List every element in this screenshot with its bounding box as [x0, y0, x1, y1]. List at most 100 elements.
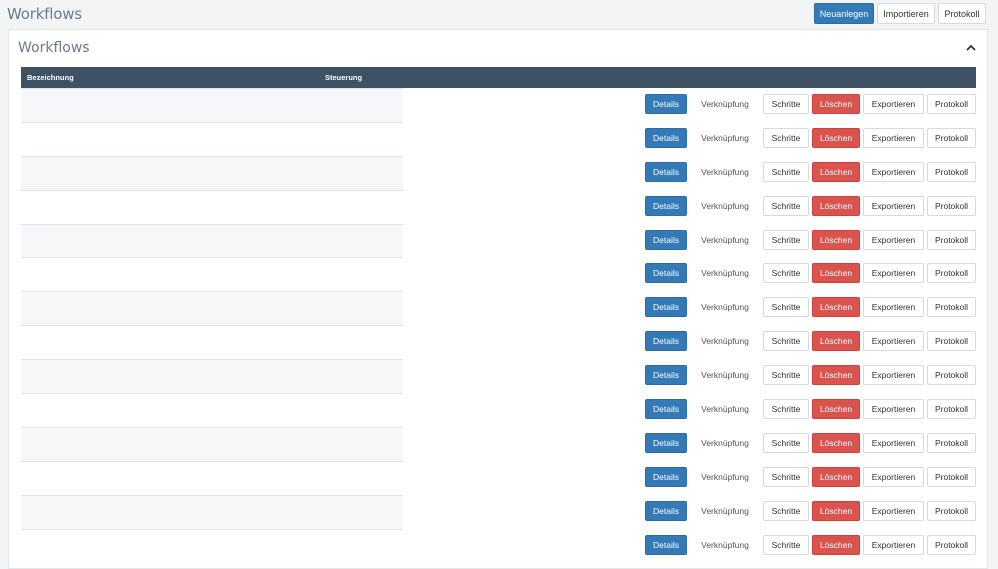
steps-button[interactable]: Schritte — [763, 365, 809, 386]
steps-button[interactable]: Schritte — [763, 127, 809, 148]
link-button[interactable]: Verknüpfung — [690, 128, 760, 148]
export-button[interactable]: Exportieren — [863, 229, 924, 250]
row-log-button[interactable]: Protokoll — [927, 399, 976, 420]
table-row: Details Verknüpfung Schritte Löschen Exp… — [21, 121, 976, 156]
steps-button[interactable]: Schritte — [763, 195, 809, 216]
row-log-button[interactable]: Protokoll — [927, 432, 976, 453]
delete-button[interactable]: Löschen — [812, 161, 860, 182]
row-actions: Details Verknüpfung Schritte Löschen Exp… — [645, 263, 976, 284]
delete-button[interactable]: Löschen — [812, 263, 860, 284]
column-header-name[interactable]: Bezeichnung — [21, 73, 325, 82]
row-log-button[interactable]: Protokoll — [927, 195, 976, 216]
link-button[interactable]: Verknüpfung — [690, 467, 760, 487]
steps-button[interactable]: Schritte — [763, 297, 809, 318]
export-button[interactable]: Exportieren — [863, 161, 924, 182]
delete-button[interactable]: Löschen — [812, 297, 860, 318]
link-button[interactable]: Verknüpfung — [690, 162, 760, 182]
steps-button[interactable]: Schritte — [763, 534, 809, 555]
steps-button[interactable]: Schritte — [763, 229, 809, 250]
row-actions: Details Verknüpfung Schritte Löschen Exp… — [645, 127, 976, 148]
header-actions: Neuanlegen Importieren Protokoll — [814, 3, 986, 24]
row-actions: Details Verknüpfung Schritte Löschen Exp… — [645, 94, 976, 114]
export-button[interactable]: Exportieren — [863, 534, 924, 555]
details-button[interactable]: Details — [645, 161, 687, 182]
details-button[interactable]: Details — [645, 534, 687, 555]
row-log-button[interactable]: Protokoll — [927, 161, 976, 182]
details-button[interactable]: Details — [645, 331, 687, 352]
export-button[interactable]: Exportieren — [863, 297, 924, 318]
export-button[interactable]: Exportieren — [863, 500, 924, 521]
row-log-button[interactable]: Protokoll — [927, 365, 976, 386]
export-button[interactable]: Exportieren — [863, 399, 924, 420]
export-button[interactable]: Exportieren — [863, 432, 924, 453]
row-log-button[interactable]: Protokoll — [927, 229, 976, 250]
details-button[interactable]: Details — [645, 399, 687, 420]
delete-button[interactable]: Löschen — [812, 534, 860, 555]
table-row: Details Verknüpfung Schritte Löschen Exp… — [21, 291, 976, 326]
steps-button[interactable]: Schritte — [763, 466, 809, 487]
row-log-button[interactable]: Protokoll — [927, 331, 976, 352]
delete-button[interactable]: Löschen — [812, 365, 860, 386]
export-button[interactable]: Exportieren — [863, 127, 924, 148]
export-button[interactable]: Exportieren — [863, 263, 924, 284]
details-button[interactable]: Details — [645, 127, 687, 148]
details-button[interactable]: Details — [645, 466, 687, 487]
export-button[interactable]: Exportieren — [863, 466, 924, 487]
delete-button[interactable]: Löschen — [812, 94, 860, 114]
link-button[interactable]: Verknüpfung — [690, 331, 760, 351]
steps-button[interactable]: Schritte — [763, 432, 809, 453]
new-workflow-button[interactable]: Neuanlegen — [814, 3, 874, 24]
details-button[interactable]: Details — [645, 432, 687, 453]
delete-button[interactable]: Löschen — [812, 229, 860, 250]
row-actions: Details Verknüpfung Schritte Löschen Exp… — [645, 399, 976, 420]
export-button[interactable]: Exportieren — [863, 195, 924, 216]
row-log-button[interactable]: Protokoll — [927, 466, 976, 487]
export-button[interactable]: Exportieren — [863, 94, 924, 114]
row-actions: Details Verknüpfung Schritte Löschen Exp… — [645, 229, 976, 250]
row-log-button[interactable]: Protokoll — [927, 263, 976, 284]
link-button[interactable]: Verknüpfung — [690, 230, 760, 250]
details-button[interactable]: Details — [645, 195, 687, 216]
column-header-control[interactable]: Steuerung — [325, 73, 625, 82]
delete-button[interactable]: Löschen — [812, 432, 860, 453]
link-button[interactable]: Verknüpfung — [690, 94, 760, 114]
delete-button[interactable]: Löschen — [812, 331, 860, 352]
import-button[interactable]: Importieren — [877, 3, 935, 24]
steps-button[interactable]: Schritte — [763, 399, 809, 420]
delete-button[interactable]: Löschen — [812, 127, 860, 148]
chevron-up-icon[interactable] — [965, 43, 977, 53]
link-button[interactable]: Verknüpfung — [690, 535, 760, 555]
delete-button[interactable]: Löschen — [812, 399, 860, 420]
row-log-button[interactable]: Protokoll — [927, 500, 976, 521]
export-button[interactable]: Exportieren — [863, 331, 924, 352]
link-button[interactable]: Verknüpfung — [690, 399, 760, 419]
delete-button[interactable]: Löschen — [812, 466, 860, 487]
steps-button[interactable]: Schritte — [763, 161, 809, 182]
row-log-button[interactable]: Protokoll — [927, 297, 976, 318]
link-button[interactable]: Verknüpfung — [690, 365, 760, 385]
link-button[interactable]: Verknüpfung — [690, 263, 760, 283]
details-button[interactable]: Details — [645, 500, 687, 521]
details-button[interactable]: Details — [645, 263, 687, 284]
link-button[interactable]: Verknüpfung — [690, 433, 760, 453]
details-button[interactable]: Details — [645, 94, 687, 114]
row-log-button[interactable]: Protokoll — [927, 94, 976, 114]
link-button[interactable]: Verknüpfung — [690, 196, 760, 216]
details-button[interactable]: Details — [645, 365, 687, 386]
link-button[interactable]: Verknüpfung — [690, 297, 760, 317]
row-log-button[interactable]: Protokoll — [927, 534, 976, 555]
steps-button[interactable]: Schritte — [763, 263, 809, 284]
steps-button[interactable]: Schritte — [763, 331, 809, 352]
delete-button[interactable]: Löschen — [812, 195, 860, 216]
export-button[interactable]: Exportieren — [863, 365, 924, 386]
log-button[interactable]: Protokoll — [938, 3, 986, 24]
row-name-cell — [21, 460, 403, 495]
steps-button[interactable]: Schritte — [763, 500, 809, 521]
row-log-button[interactable]: Protokoll — [927, 127, 976, 148]
delete-button[interactable]: Löschen — [812, 500, 860, 521]
details-button[interactable]: Details — [645, 229, 687, 250]
details-button[interactable]: Details — [645, 297, 687, 318]
link-button[interactable]: Verknüpfung — [690, 501, 760, 521]
table-row: Details Verknüpfung Schritte Löschen Exp… — [21, 494, 976, 529]
steps-button[interactable]: Schritte — [763, 94, 809, 114]
